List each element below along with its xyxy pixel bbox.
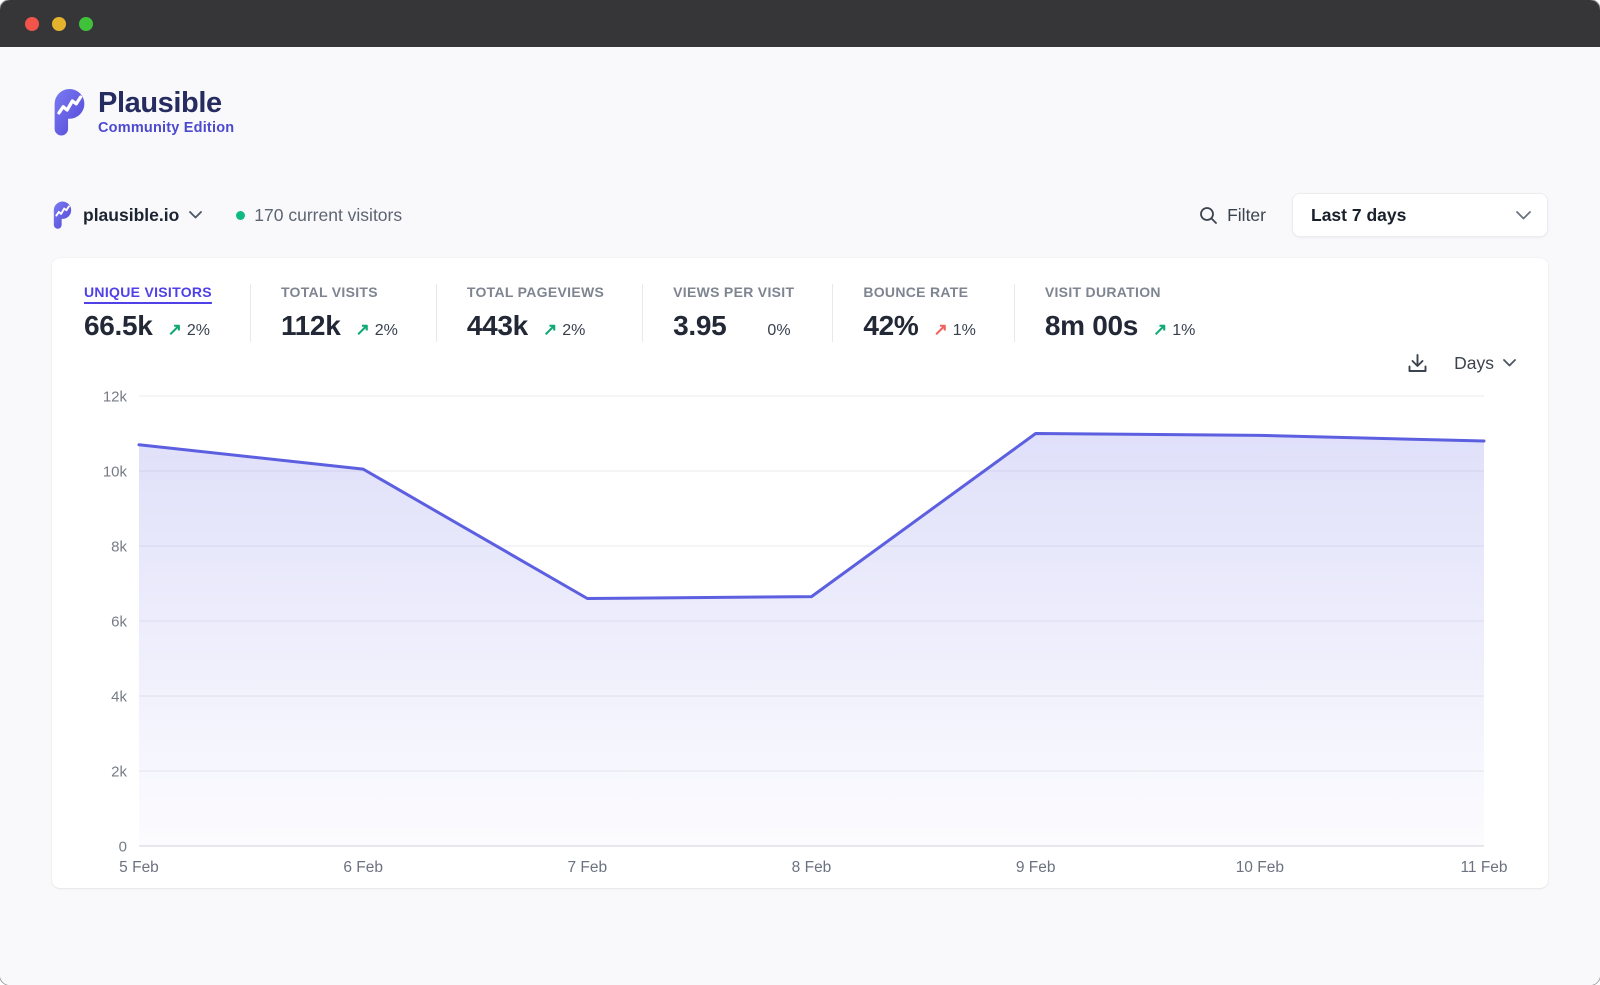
metric-value: 443k: [467, 310, 528, 342]
metric-label: BOUNCE RATE: [863, 284, 976, 300]
metrics-row: UNIQUE VISITORS 66.5k ↗ 2% TOTAL VISITS 112k ↗…: [84, 284, 1516, 342]
trend-arrow-icon: ↗: [168, 320, 182, 340]
metric-change-percent: 0%: [767, 322, 790, 340]
site-picker[interactable]: plausible.io: [52, 201, 202, 229]
metric-change-percent: 2%: [562, 322, 585, 340]
metric-views-per-visit[interactable]: VIEWS PER VISIT 3.95 0%: [673, 284, 833, 342]
site-row: plausible.io 170 current visitors Filter: [52, 193, 1548, 237]
metric-change: ↗ 2%: [543, 320, 585, 340]
search-icon: [1199, 206, 1218, 225]
metric-change: ↗ 2%: [355, 320, 397, 340]
visitors-chart[interactable]: 0 2k 4k 6k 8k 10k 12k 5 Feb 6 Feb 7 Feb 8 Feb 9 Feb…: [84, 384, 1516, 884]
app-window: Plausible Community Edition plausible.io…: [0, 0, 1600, 985]
titlebar: [0, 0, 1600, 47]
metric-total-pageviews[interactable]: TOTAL PAGEVIEWS 443k ↗ 2%: [467, 284, 643, 342]
current-visitors-label: 170 current visitors: [254, 205, 402, 226]
site-domain: plausible.io: [83, 205, 179, 226]
metric-change-percent: 2%: [375, 322, 398, 340]
interval-picker[interactable]: Days: [1454, 353, 1516, 374]
metric-value: 8m 00s: [1045, 310, 1138, 342]
stats-card: UNIQUE VISITORS 66.5k ↗ 2% TOTAL VISITS 112k ↗…: [52, 258, 1548, 888]
export-button[interactable]: [1407, 353, 1428, 374]
x-axis-tick-label: 8 Feb: [792, 859, 832, 876]
y-axis-tick-label: 6k: [111, 614, 127, 631]
metric-label: UNIQUE VISITORS: [84, 284, 212, 300]
site-favicon-icon: [52, 201, 73, 229]
metric-change: ↗ 1%: [933, 320, 975, 340]
metric-label: TOTAL PAGEVIEWS: [467, 284, 604, 300]
y-axis-tick-label: 2k: [111, 764, 127, 781]
chevron-down-icon: [189, 211, 202, 219]
x-axis-tick-label: 6 Feb: [343, 859, 383, 876]
download-icon: [1407, 353, 1428, 374]
x-axis-tick-label: 9 Feb: [1016, 859, 1056, 876]
brand-name: Plausible: [98, 88, 234, 118]
trend-arrow-icon: ↗: [933, 320, 947, 340]
trend-arrow-icon: ↗: [1153, 320, 1167, 340]
metric-change: 0%: [767, 322, 790, 340]
trend-arrow-icon: ↗: [543, 320, 557, 340]
brand: Plausible Community Edition: [52, 88, 1548, 136]
live-dot-icon: [236, 211, 245, 220]
metric-label: VIEWS PER VISIT: [673, 284, 794, 300]
chart-area: 0 2k 4k 6k 8k 10k 12k 5 Feb 6 Feb 7 Feb 8 Feb 9 Feb…: [84, 384, 1516, 884]
y-axis-tick-label: 8k: [111, 539, 127, 556]
chart-controls: Days: [84, 344, 1516, 382]
x-axis-tick-label: 5 Feb: [119, 859, 159, 876]
metric-label: VISIT DURATION: [1045, 284, 1196, 300]
metric-visit-duration[interactable]: VISIT DURATION 8m 00s ↗ 1%: [1045, 284, 1234, 342]
trend-arrow-icon: ↗: [355, 320, 369, 340]
chart-area-fill: [139, 434, 1484, 847]
metric-total-visits[interactable]: TOTAL VISITS 112k ↗ 2%: [281, 284, 437, 342]
x-axis-tick-label: 11 Feb: [1460, 859, 1507, 876]
metric-change-percent: 1%: [953, 322, 976, 340]
metric-label: TOTAL VISITS: [281, 284, 398, 300]
interval-label: Days: [1454, 353, 1494, 374]
metric-change: ↗ 2%: [168, 320, 210, 340]
metric-value: 66.5k: [84, 310, 153, 342]
brand-subtitle: Community Edition: [98, 120, 234, 136]
y-axis-tick-label: 4k: [111, 689, 127, 706]
dashboard: Plausible Community Edition plausible.io…: [0, 47, 1600, 985]
filter-button[interactable]: Filter: [1199, 205, 1266, 226]
metric-change-percent: 1%: [1172, 322, 1195, 340]
chevron-down-icon: [1516, 211, 1531, 220]
close-button[interactable]: [25, 17, 39, 31]
minimize-button[interactable]: [52, 17, 66, 31]
y-axis-tick-label: 0: [119, 839, 127, 856]
y-axis-tick-label: 12k: [103, 389, 128, 406]
plausible-logo-icon: [52, 88, 87, 136]
x-axis-tick-label: 10 Feb: [1236, 859, 1284, 876]
y-axis-tick-label: 10k: [103, 464, 128, 481]
date-range-select[interactable]: Last 7 days: [1292, 193, 1548, 237]
metric-value: 42%: [863, 310, 918, 342]
filter-label: Filter: [1227, 205, 1266, 226]
metric-bounce-rate[interactable]: BOUNCE RATE 42% ↗ 1%: [863, 284, 1015, 342]
chevron-down-icon: [1503, 359, 1516, 367]
metric-change: ↗ 1%: [1153, 320, 1195, 340]
current-visitors[interactable]: 170 current visitors: [236, 205, 402, 226]
metric-change-percent: 2%: [187, 322, 210, 340]
date-range-value: Last 7 days: [1311, 205, 1406, 226]
zoom-button[interactable]: [79, 17, 93, 31]
metric-value: 112k: [281, 310, 341, 342]
x-axis-tick-label: 7 Feb: [568, 859, 608, 876]
metric-value: 3.95: [673, 310, 726, 342]
metric-unique-visitors[interactable]: UNIQUE VISITORS 66.5k ↗ 2%: [84, 284, 251, 342]
